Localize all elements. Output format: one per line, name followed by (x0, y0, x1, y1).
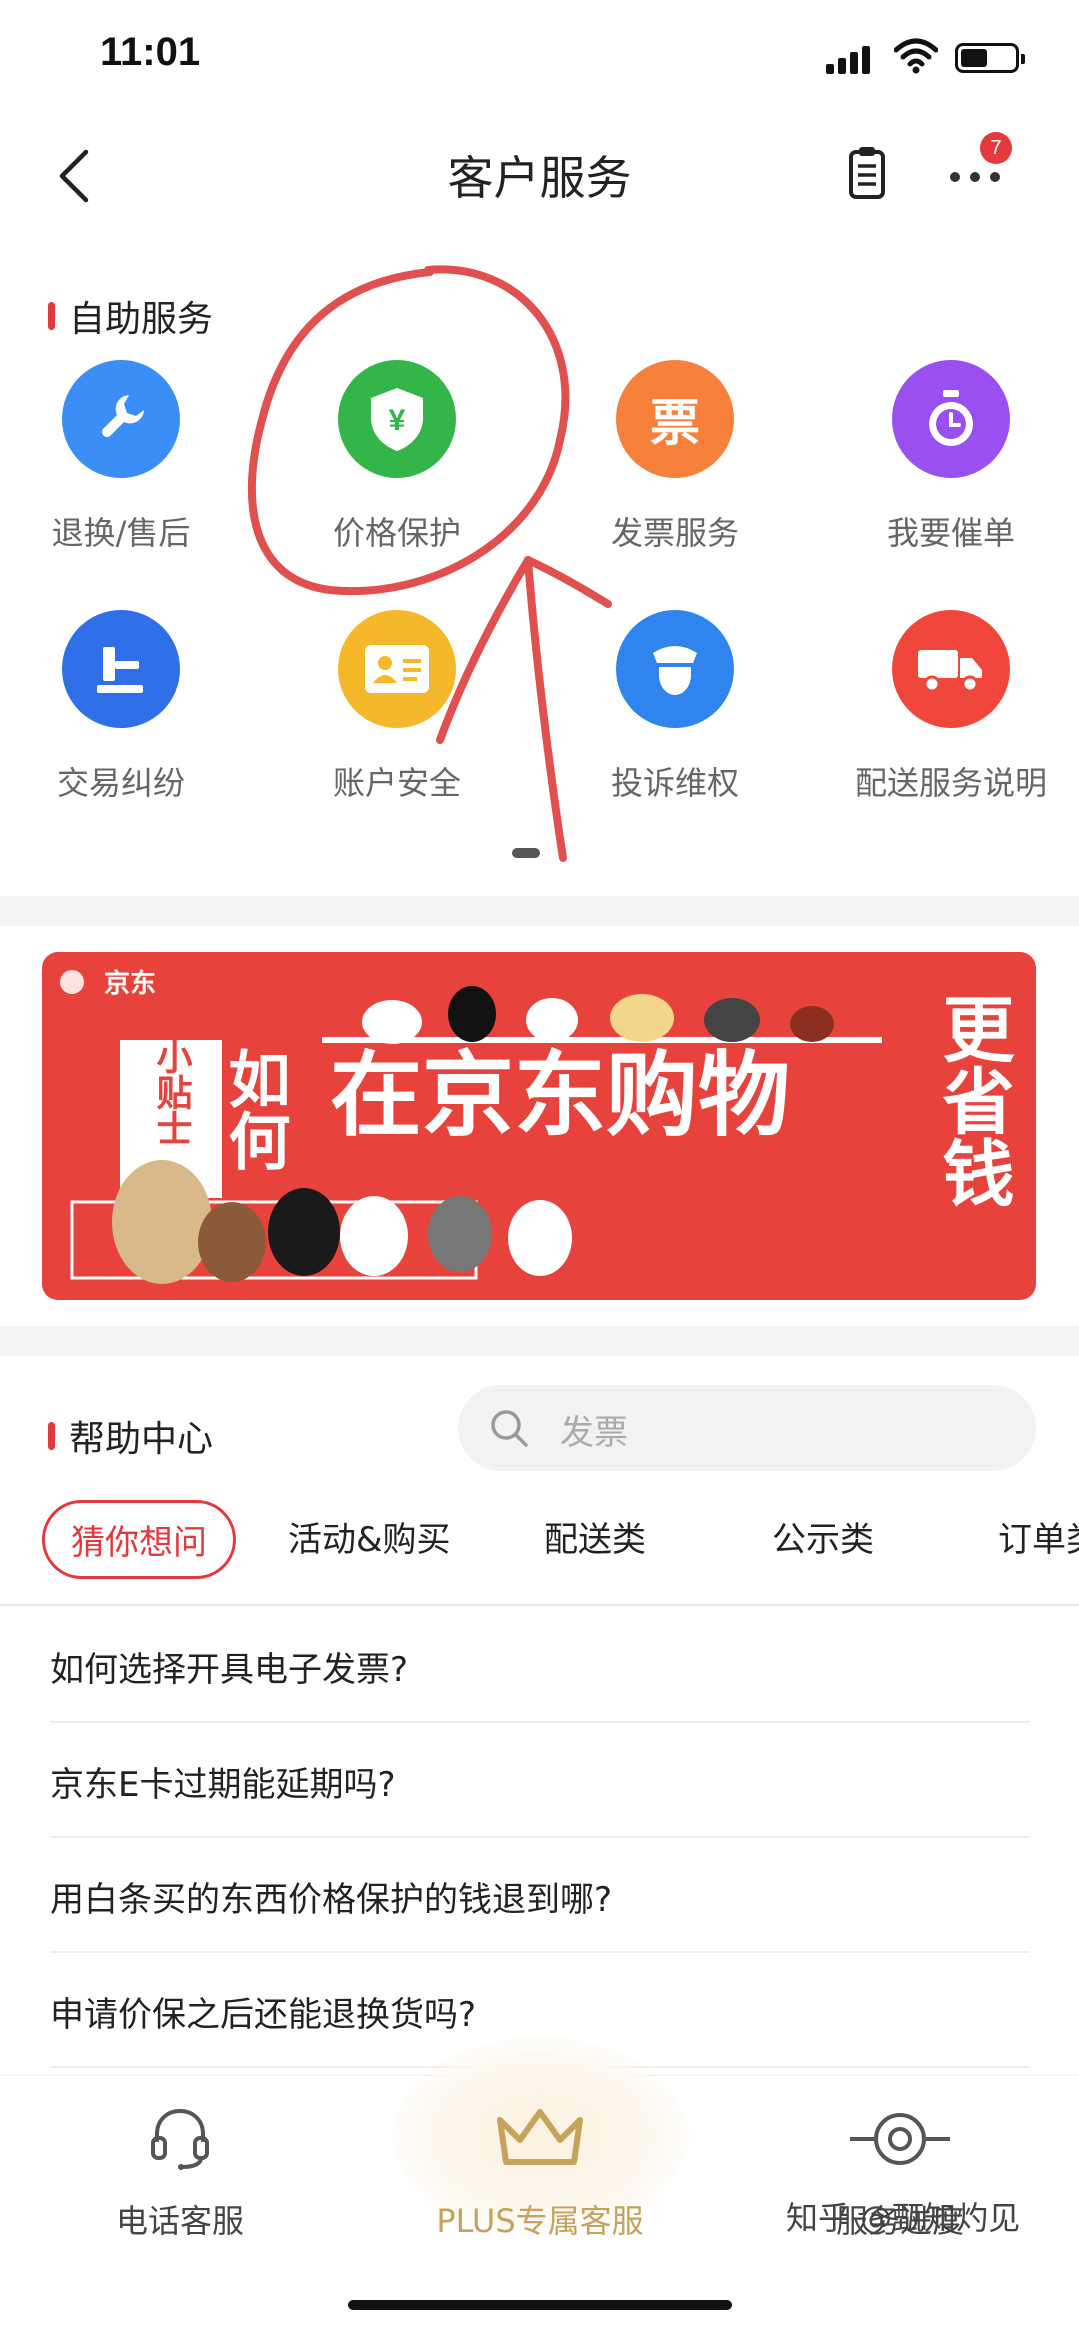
banner-tag: 小贴士 (151, 1038, 193, 1146)
id-card-icon (338, 610, 456, 728)
phone-service-button[interactable]: 电话客服 (30, 2106, 330, 2242)
headset-icon (151, 2108, 209, 2170)
promo-banner[interactable]: 京东 小贴士 如何 在京东购物 更省钱 (42, 952, 1036, 1300)
tab-delivery[interactable]: 配送类 (544, 1512, 646, 1561)
service-label: 交易纠纷 (56, 764, 185, 802)
search-icon (491, 1410, 528, 1447)
nav-header: 客户服务 7 (0, 110, 1079, 240)
service-label: 退换/售后 (51, 514, 191, 552)
tab-public-notice[interactable]: 公示类 (772, 1512, 874, 1561)
section-marker (48, 1422, 55, 1450)
timer-icon (892, 360, 1010, 478)
faq-item[interactable]: 京东E卡过期能延期吗? (50, 1723, 1030, 1838)
home-indicator (348, 2300, 732, 2310)
faq-text: 申请价保之后还能退换货吗? (50, 1995, 477, 2035)
delivery-truck-icon (892, 610, 1010, 728)
progress-target-icon (850, 2113, 950, 2165)
banner-artwork: 京东 小贴士 如何 在京东购物 更省钱 (60, 968, 1014, 1284)
service-price-protection[interactable]: ¥ 价格保护 (262, 360, 532, 554)
police-officer-icon (616, 610, 734, 728)
self-service-header: 自助服务 (48, 290, 213, 342)
service-label: 我要催单 (886, 514, 1015, 552)
more-options-icon[interactable] (948, 160, 1006, 190)
section-divider (0, 896, 1079, 926)
wrench-icon (62, 360, 180, 478)
crown-icon (497, 2109, 583, 2165)
section-divider (0, 1326, 1079, 1356)
watermark: 知乎 @甄知灼见 (786, 2199, 1021, 2237)
self-service-title: 自助服务 (69, 299, 214, 340)
service-disputes[interactable]: 交易纠纷 (0, 610, 256, 804)
help-tabs: 猜你想问 活动&购买 配送类 公示类 订单类 (0, 1500, 1079, 1600)
faq-text: 京东E卡过期能延期吗? (50, 1765, 396, 1805)
banner-headline-left: 如何 (218, 1047, 291, 1171)
tab-orders[interactable]: 订单类 (998, 1512, 1079, 1561)
plus-service-label: PLUS专属客服 (436, 2202, 644, 2240)
help-search-input[interactable]: 发票 (458, 1385, 1036, 1471)
status-bar: 11:01 (0, 0, 1079, 110)
invoice-ticket-icon: 票 (616, 360, 734, 478)
shield-yen-icon: ¥ (338, 360, 456, 478)
page-indicator (512, 848, 540, 858)
phone-service-label: 电话客服 (115, 2202, 244, 2240)
service-delivery-info[interactable]: 配送服务说明 (816, 610, 1079, 804)
cellular-signal-icon (826, 44, 872, 74)
banner-headline-right: 更省钱 (930, 992, 1014, 1208)
banner-headline-main: 在京东购物 (330, 1042, 790, 1149)
service-urge-order[interactable]: 我要催单 (816, 360, 1079, 554)
search-placeholder: 发票 (560, 1413, 628, 1453)
tabs-divider (0, 1604, 1079, 1606)
service-label: 配送服务说明 (854, 764, 1047, 802)
gavel-icon (62, 610, 180, 728)
banner-brand: 京东 (104, 968, 156, 999)
service-complaint[interactable]: 投诉维权 (540, 610, 810, 804)
status-time: 11:01 (100, 30, 201, 74)
help-center-title: 帮助中心 (69, 1419, 214, 1460)
svg-text:¥: ¥ (389, 404, 406, 437)
help-center-header: 帮助中心 (48, 1410, 213, 1462)
service-label: 投诉维权 (610, 764, 739, 802)
service-label: 价格保护 (332, 514, 461, 552)
tab-activity-purchase[interactable]: 活动&购买 (288, 1512, 451, 1561)
faq-text: 如何选择开具电子发票? (50, 1650, 409, 1690)
section-marker (48, 302, 55, 330)
service-invoice[interactable]: 票 发票服务 (540, 360, 810, 554)
service-returns[interactable]: 退换/售后 (0, 360, 256, 554)
clipboard-icon[interactable] (848, 146, 886, 200)
service-account-security[interactable]: 账户安全 (262, 610, 532, 804)
faq-item[interactable]: 用白条买的东西价格保护的钱退到哪? (50, 1838, 1030, 1953)
faq-item[interactable]: 如何选择开具电子发票? (50, 1608, 1030, 1723)
service-label: 发票服务 (610, 514, 739, 552)
notification-badge: 7 (980, 132, 1012, 164)
service-label: 账户安全 (332, 764, 461, 802)
tab-guess[interactable]: 猜你想问 (42, 1500, 236, 1579)
page-title: 客户服务 (447, 151, 632, 205)
faq-text: 用白条买的东西价格保护的钱退到哪? (50, 1880, 613, 1920)
wifi-icon (894, 38, 938, 74)
plus-service-button[interactable]: PLUS专属客服 (390, 2106, 690, 2242)
battery-icon (955, 43, 1025, 73)
